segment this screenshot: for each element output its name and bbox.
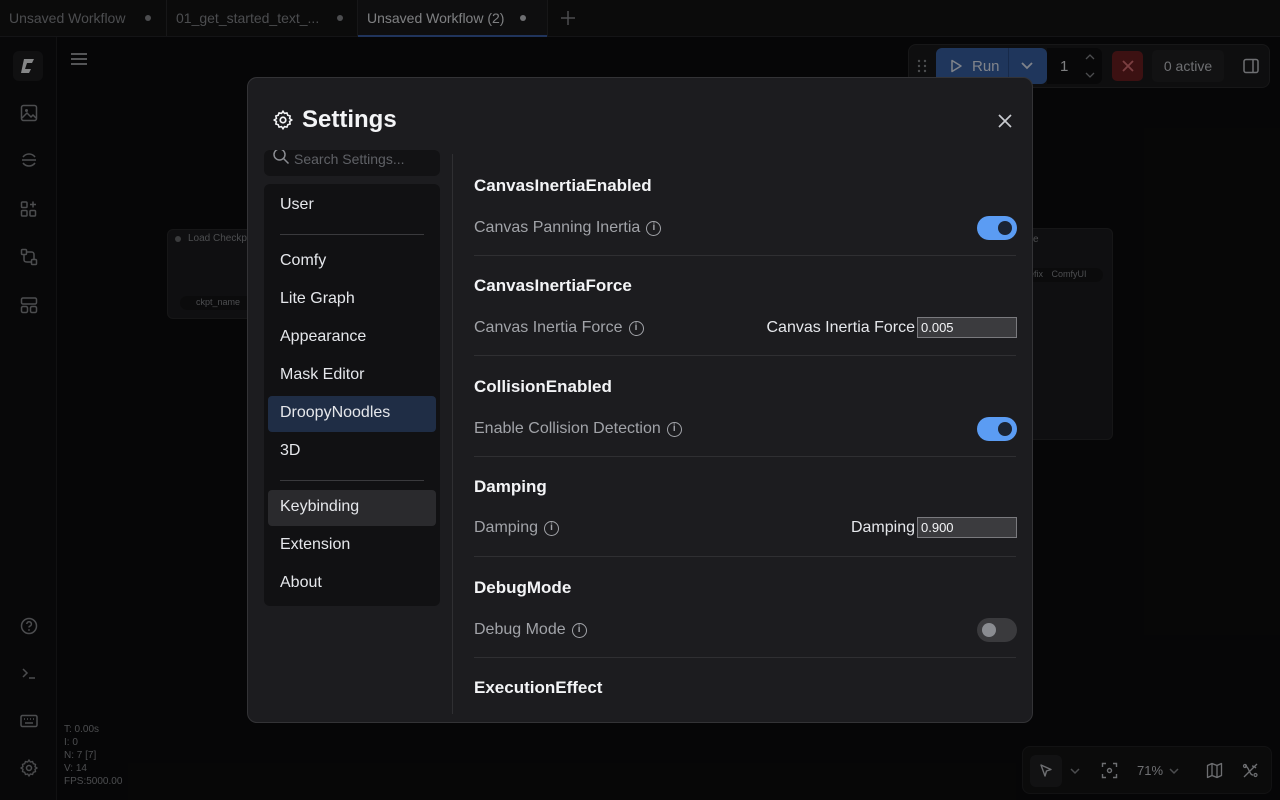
row-divider bbox=[474, 255, 1016, 256]
panel-divider bbox=[452, 154, 453, 714]
setting-label-text: Canvas Panning Inertia bbox=[474, 219, 641, 236]
field-label: Damping bbox=[850, 518, 915, 536]
toggle-knob bbox=[982, 623, 996, 637]
category-label: Extension bbox=[280, 536, 351, 553]
category-label: Mask Editor bbox=[280, 366, 365, 383]
category-label: About bbox=[280, 574, 322, 591]
toggle-knob bbox=[998, 221, 1012, 235]
close-icon bbox=[998, 114, 1012, 128]
group-heading: CollisionEnabled bbox=[474, 377, 612, 396]
canvas-inertia-force-field: Canvas Inertia Force bbox=[766, 317, 1017, 338]
group-heading: CanvasInertiaForce bbox=[474, 276, 632, 295]
category-label: DroopyNoodles bbox=[280, 404, 391, 421]
setting-label: Canvas Panning Inertia i bbox=[474, 219, 662, 237]
toggle-knob bbox=[998, 422, 1012, 436]
info-icon[interactable]: i bbox=[666, 421, 682, 437]
settings-search bbox=[264, 150, 440, 176]
category-label: Keybinding bbox=[280, 498, 360, 515]
damping-input[interactable] bbox=[917, 517, 1017, 538]
row-divider bbox=[474, 355, 1016, 356]
group-heading: DebugMode bbox=[474, 578, 572, 597]
info-icon[interactable]: i bbox=[544, 520, 560, 536]
category-label: Comfy bbox=[280, 252, 327, 269]
setting-label: Damping i bbox=[474, 519, 560, 537]
row-divider bbox=[474, 456, 1016, 457]
category-droopynoodles[interactable]: DroopyNoodles bbox=[268, 396, 436, 432]
settings-dialog: Settings User Comfy Lite Graph Appearanc… bbox=[247, 77, 1033, 723]
category-3d[interactable]: 3D bbox=[268, 434, 436, 470]
setting-label: Canvas Inertia Force i bbox=[474, 319, 644, 337]
category-user[interactable]: User bbox=[268, 188, 436, 224]
category-label: Lite Graph bbox=[280, 290, 355, 307]
debug-mode-toggle[interactable] bbox=[977, 618, 1017, 642]
damping-field: Damping bbox=[851, 517, 1017, 538]
gear-icon bbox=[272, 109, 294, 131]
category-divider bbox=[280, 480, 424, 481]
settings-content: CanvasInertiaEnabled Canvas Panning Iner… bbox=[474, 154, 1017, 722]
setting-label: Debug Mode i bbox=[474, 621, 587, 639]
category-lite-graph[interactable]: Lite Graph bbox=[268, 282, 436, 318]
group-heading: CanvasInertiaEnabled bbox=[474, 176, 652, 195]
category-extension[interactable]: Extension bbox=[268, 528, 436, 564]
category-appearance[interactable]: Appearance bbox=[268, 320, 436, 356]
info-icon[interactable]: i bbox=[646, 220, 662, 236]
category-about[interactable]: About bbox=[268, 566, 436, 602]
dialog-title-text: Settings bbox=[302, 106, 397, 133]
category-label: Appearance bbox=[280, 328, 367, 345]
field-label: Canvas Inertia Force bbox=[766, 318, 915, 336]
setting-label: Enable Collision Detection i bbox=[474, 420, 682, 438]
setting-label-text: Debug Mode bbox=[474, 621, 566, 638]
settings-search-input[interactable] bbox=[294, 150, 434, 172]
info-icon[interactable]: i bbox=[571, 622, 587, 638]
row-divider bbox=[474, 556, 1016, 557]
category-keybinding[interactable]: Keybinding bbox=[268, 490, 436, 526]
canvas-panning-inertia-toggle[interactable] bbox=[977, 216, 1017, 240]
group-heading: ExecutionEffect bbox=[474, 678, 603, 697]
collision-detection-toggle[interactable] bbox=[977, 417, 1017, 441]
search-icon bbox=[273, 150, 290, 165]
settings-category-list: User Comfy Lite Graph Appearance Mask Ed… bbox=[264, 184, 440, 606]
close-dialog-button[interactable] bbox=[992, 108, 1018, 134]
info-icon[interactable]: i bbox=[628, 320, 644, 336]
category-divider bbox=[280, 234, 424, 235]
category-label: User bbox=[280, 196, 314, 213]
canvas-inertia-force-input[interactable] bbox=[917, 317, 1017, 338]
setting-label-text: Damping bbox=[474, 519, 539, 536]
category-mask-editor[interactable]: Mask Editor bbox=[268, 358, 436, 394]
category-label: 3D bbox=[280, 442, 301, 459]
setting-label-text: Canvas Inertia Force bbox=[474, 319, 623, 336]
row-divider bbox=[474, 657, 1016, 658]
group-heading: Damping bbox=[474, 477, 547, 496]
category-comfy[interactable]: Comfy bbox=[268, 244, 436, 280]
dialog-title: Settings bbox=[272, 106, 397, 134]
setting-label-text: Enable Collision Detection bbox=[474, 420, 661, 437]
